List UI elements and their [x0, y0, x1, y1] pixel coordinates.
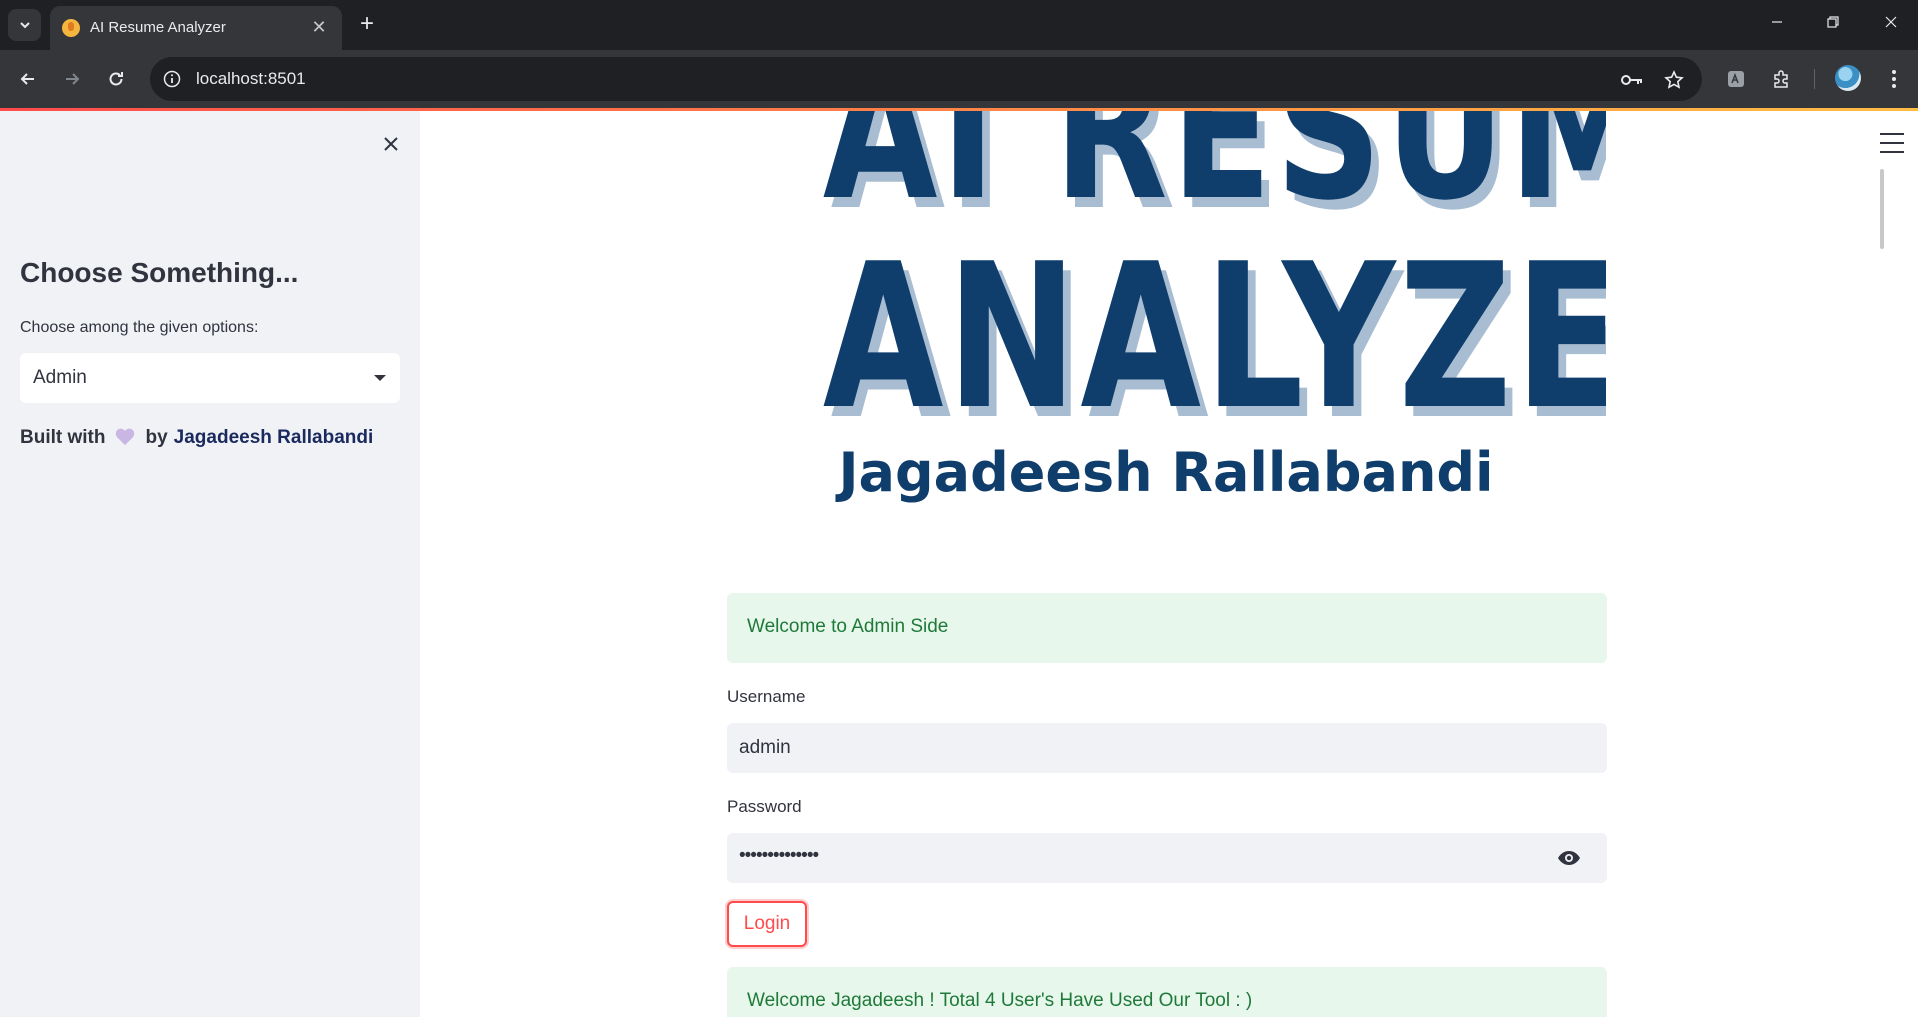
star-icon[interactable]: [1662, 68, 1686, 92]
app-banner-image: AI RESUME ANALYZER Jagadeesh Rallabandi: [726, 111, 1606, 521]
reload-icon[interactable]: [100, 63, 132, 95]
success-alert-text: Welcome Jagadeesh ! Total 4 User's Have …: [747, 990, 1253, 1011]
username-value: admin: [739, 737, 791, 758]
success-alert: Welcome Jagadeesh ! Total 4 User's Have …: [727, 967, 1607, 1017]
scrollbar[interactable]: [1880, 169, 1884, 249]
tab-close-icon[interactable]: ✕: [308, 16, 330, 38]
toolbar-separator: [1814, 69, 1815, 89]
puzzle-icon[interactable]: [1766, 63, 1798, 95]
window-close-icon[interactable]: [1876, 10, 1906, 40]
profile-avatar[interactable]: [1835, 65, 1861, 91]
address-bar[interactable]: localhost:8501: [150, 57, 1702, 101]
options-select[interactable]: Admin: [20, 353, 400, 403]
password-input[interactable]: ••••••••••••••: [727, 833, 1607, 883]
key-icon[interactable]: [1620, 68, 1644, 92]
browser-tab-bar: AI Resume Analyzer ✕ +: [0, 0, 1918, 50]
sidebar-heading: Choose Something...: [20, 257, 299, 288]
more-vert-icon[interactable]: [1878, 63, 1910, 95]
forward-icon[interactable]: [56, 63, 88, 95]
banner-title-line2: ANALYZER: [822, 221, 1606, 454]
back-icon[interactable]: [12, 63, 44, 95]
select-label: Choose among the given options:: [20, 319, 259, 336]
streamlit-favicon-icon: [62, 19, 80, 37]
by-text: by: [145, 427, 168, 448]
welcome-alert: Welcome to Admin Side: [727, 593, 1607, 663]
extension-icon[interactable]: [1720, 63, 1752, 95]
minimize-icon[interactable]: [1762, 10, 1792, 40]
menu-icon[interactable]: [1880, 133, 1904, 153]
tab-title: AI Resume Analyzer: [90, 19, 226, 36]
browser-tab[interactable]: AI Resume Analyzer ✕: [50, 6, 342, 50]
restore-icon[interactable]: [1818, 10, 1848, 40]
username-input[interactable]: admin: [727, 723, 1607, 773]
info-icon[interactable]: [160, 67, 184, 91]
eye-icon[interactable]: [1557, 848, 1581, 868]
url-text[interactable]: localhost:8501: [196, 69, 306, 89]
built-with-credit: Built with by Jagadeesh Rallabandi: [20, 427, 373, 449]
tab-search-button[interactable]: [8, 9, 41, 41]
select-value: Admin: [33, 367, 87, 388]
heart-icon: [115, 429, 135, 447]
welcome-alert-text: Welcome to Admin Side: [747, 616, 949, 637]
sidebar: Choose Something... Choose among the giv…: [0, 111, 420, 1017]
caret-down-icon: [374, 375, 386, 381]
password-value: ••••••••••••••: [739, 845, 819, 866]
new-tab-plus-icon[interactable]: +: [354, 12, 380, 38]
login-button[interactable]: Login: [727, 901, 807, 947]
author-link[interactable]: Jagadeesh Rallabandi: [174, 427, 374, 449]
built-with-text: Built with: [20, 427, 106, 448]
main-content: AI RESUME ANALYZER Jagadeesh Rallabandi …: [420, 111, 1918, 1017]
sidebar-close-icon[interactable]: [378, 131, 404, 157]
username-label: Username: [727, 687, 806, 706]
browser-toolbar: localhost:8501: [0, 50, 1918, 108]
chevron-down-icon: [19, 22, 30, 29]
banner-author: Jagadeesh Rallabandi: [838, 441, 1494, 504]
password-label: Password: [727, 797, 802, 816]
